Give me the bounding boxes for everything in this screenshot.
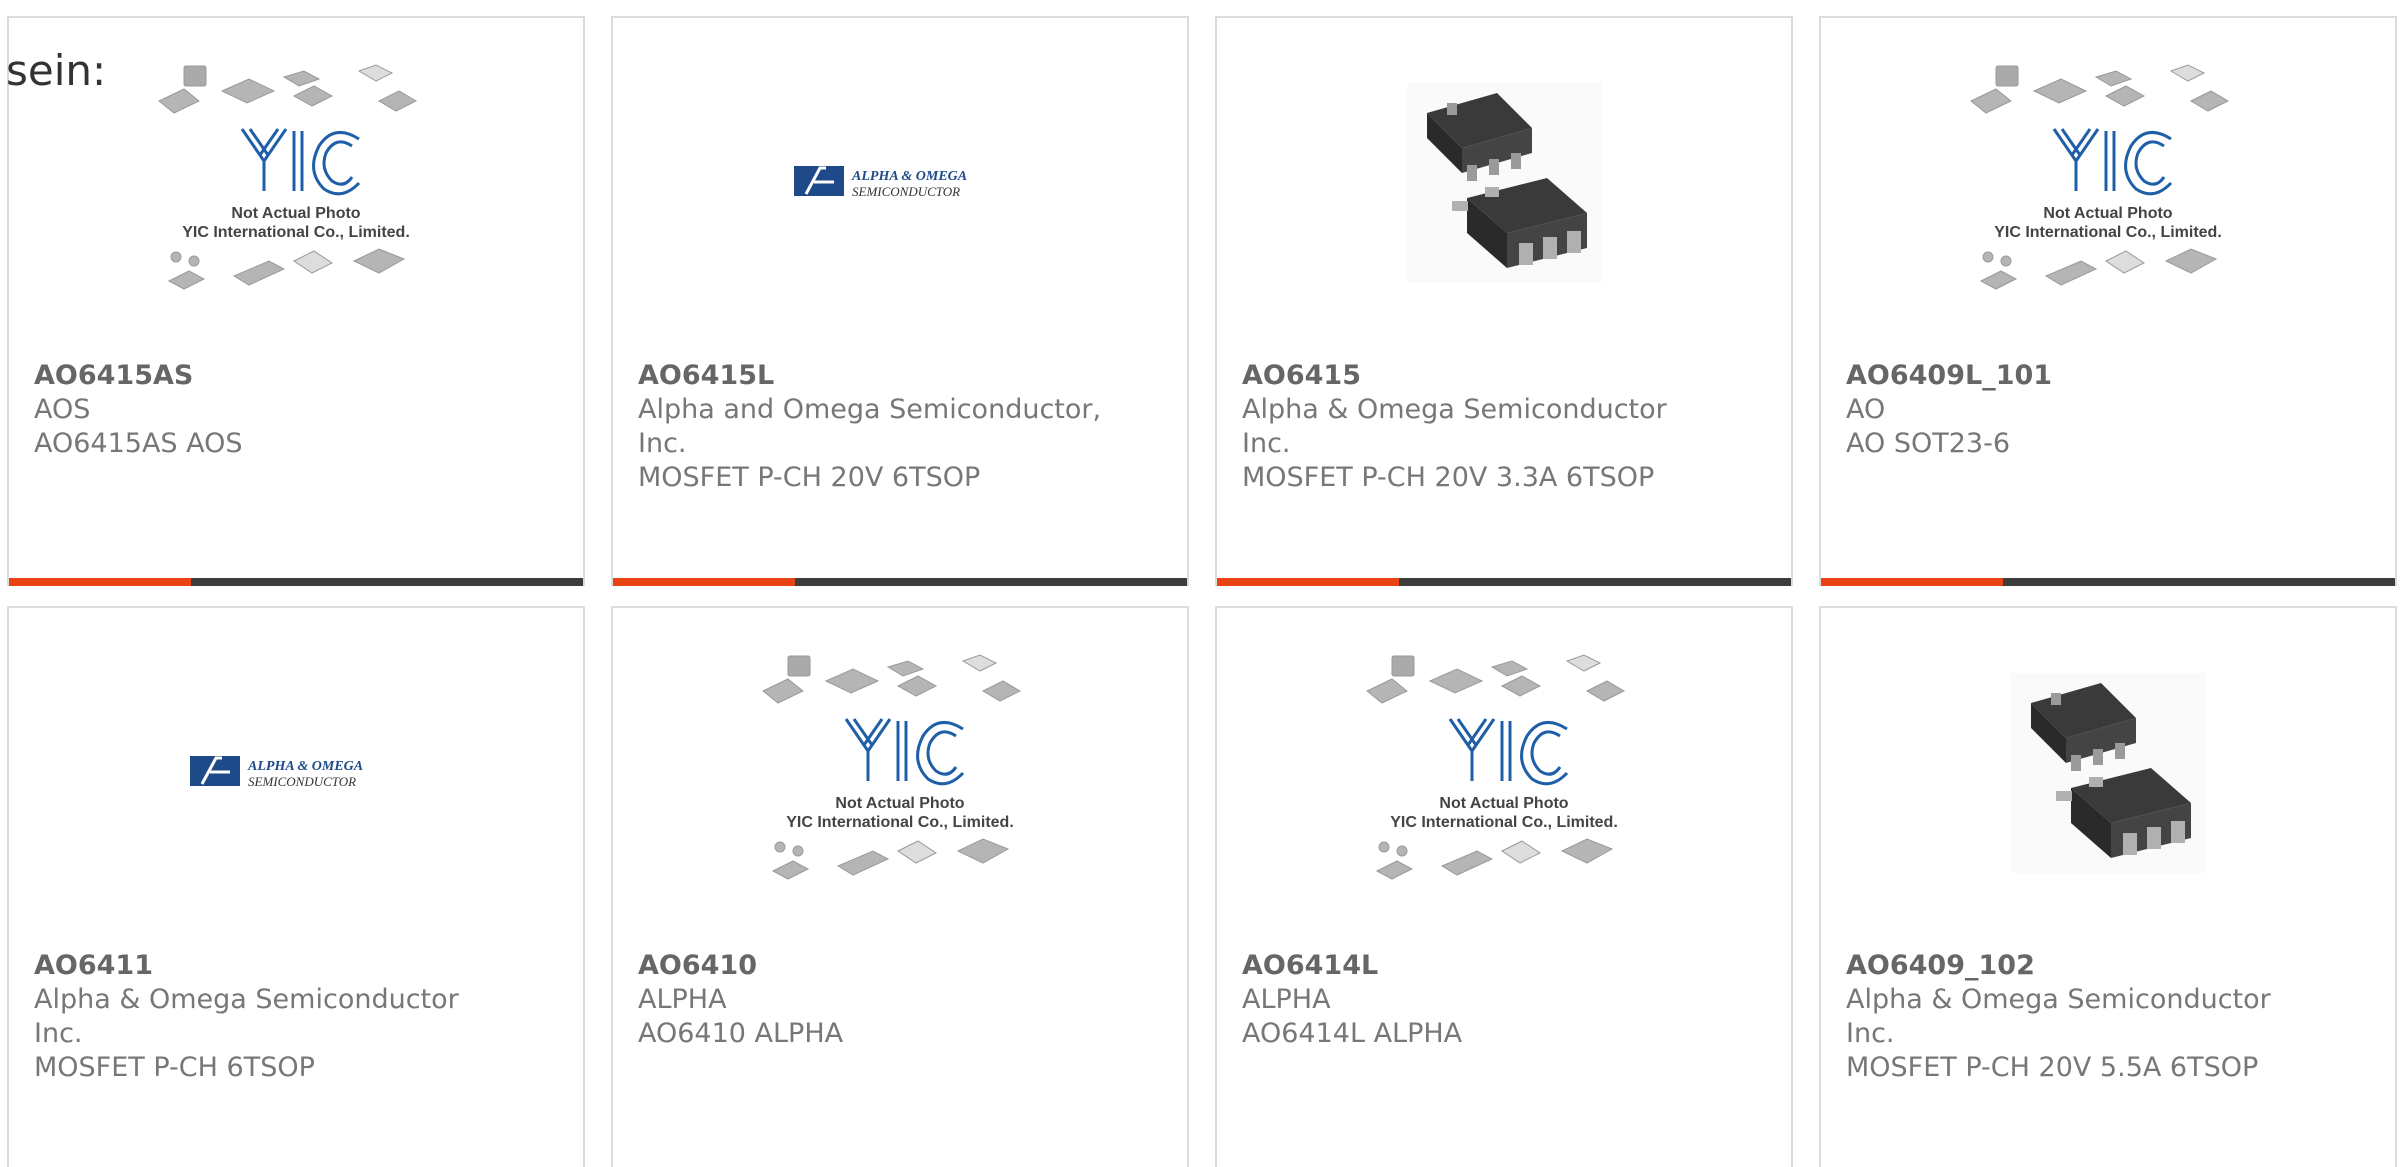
product-description: AO SOT23-6 [1846,428,2010,459]
product-description: Inc. [1242,428,1291,459]
svg-text:YIC International Co., Limited: YIC International Co., Limited. [182,224,410,241]
product-card[interactable]: AO6409_102 Alpha & Omega Semiconductor Inc… [1819,606,2397,1167]
product-description: AO6415AS AOS [34,428,243,459]
product-card[interactable]: AO6415 Alpha & Omega Semiconductor Inc. MOS… [1215,16,1793,586]
product-image[interactable]: ALPHA & OMEGA SEMICONDUCTOR [9,608,583,938]
partial-heading-text: sein: [6,46,107,95]
product-image[interactable]: ALPHA & OMEGA SEMICONDUCTOR [613,18,1187,348]
not-actual-photo-image: Not Actual Photo YIC International Co., … [761,653,1021,880]
svg-text:YIC International Co., Limited: YIC International Co., Limited. [786,814,1014,831]
product-info: AO6414L ALPHA AO6414L ALPHA [1242,949,1766,1051]
product-manufacturer: AOS [34,394,91,425]
product-image[interactable] [1217,18,1791,348]
card-progress-accent [613,578,795,586]
product-part-number[interactable]: AO6410 [638,949,1162,983]
product-manufacturer: ALPHA [638,984,727,1015]
alpha-omega-logo-image: ALPHA & OMEGA SEMICONDUCTOR [190,756,363,789]
product-manufacturer: Alpha & Omega Semiconductor [1242,394,1667,425]
product-image[interactable]: Not Actual Photo YIC International Co., … [1821,18,2395,348]
not-actual-photo-image: Not Actual Photo YIC International Co., … [1969,63,2229,290]
product-info: AO6415L Alpha and Omega Semiconductor, Inc… [638,359,1162,495]
product-manufacturer: Alpha & Omega Semiconductor [1846,984,2271,1015]
card-progress-accent [1821,578,2003,586]
product-description: MOSFET P-CH 6TSOP [34,1052,315,1083]
product-manufacturer: AO [1846,394,1886,425]
product-info: AO6415AS AOS AO6415AS AOS [34,359,558,461]
product-description: AO6414L ALPHA [1242,1018,1463,1049]
product-card[interactable]: Not Actual Photo YIC International Co., … [1819,16,2397,586]
svg-text:ALPHA & OMEGA: ALPHA & OMEGA [247,759,363,774]
product-manufacturer: Alpha & Omega Semiconductor [34,984,459,1015]
product-part-number[interactable]: AO6409_102 [1846,949,2370,983]
sot23-6-chip-image [2010,673,2206,873]
product-part-number[interactable]: AO6415AS [34,359,558,393]
svg-text:Not Actual Photo: Not Actual Photo [835,795,964,812]
product-description: MOSFET P-CH 20V 6TSOP [638,462,981,493]
product-info: AO6409L_101 AO AO SOT23-6 [1846,359,2370,461]
card-progress-accent [1217,578,1399,586]
product-description: MOSFET P-CH 20V 3.3A 6TSOP [1242,462,1655,493]
svg-text:ALPHA & OMEGA: ALPHA & OMEGA [851,169,967,184]
product-info: AO6415 Alpha & Omega Semiconductor Inc. MOS… [1242,359,1766,495]
not-actual-photo-image: Not Actual Photo YIC International Co., … [1365,653,1625,880]
product-description: Inc. [1846,1018,1895,1049]
product-part-number[interactable]: AO6415 [1242,359,1766,393]
svg-text:Not Actual Photo: Not Actual Photo [231,205,360,222]
product-card[interactable]: ALPHA & OMEGA SEMICONDUCTOR AO6411 Alpha … [7,606,585,1167]
sot23-6-chip-image [1406,83,1602,283]
svg-text:SEMICONDUCTOR: SEMICONDUCTOR [248,774,356,789]
product-info: AO6411 Alpha & Omega Semiconductor Inc. MOS… [34,949,558,1085]
product-card[interactable]: Not Actual Photo YIC International Co., … [1215,606,1793,1167]
svg-text:Not Actual Photo: Not Actual Photo [1439,795,1568,812]
product-part-number[interactable]: AO6414L [1242,949,1766,983]
product-description: Inc. [34,1018,83,1049]
product-card[interactable]: ALPHA & OMEGA SEMICONDUCTOR AO6415L Alpha… [611,16,1189,586]
alpha-omega-logo-image: ALPHA & OMEGA SEMICONDUCTOR [794,166,967,199]
product-part-number[interactable]: AO6415L [638,359,1162,393]
card-progress-bar [1217,578,1791,586]
svg-text:Not Actual Photo: Not Actual Photo [2043,205,2172,222]
not-actual-photo-image: Not Actual Photo YIC International Co., … [157,63,417,290]
product-image[interactable]: Not Actual Photo YIC International Co., … [613,608,1187,938]
card-progress-bar [613,578,1187,586]
svg-text:YIC International Co., Limited: YIC International Co., Limited. [1994,224,2222,241]
product-description: AO6410 ALPHA [638,1018,844,1049]
product-image[interactable] [1821,608,2395,938]
product-description: MOSFET P-CH 20V 5.5A 6TSOP [1846,1052,2259,1083]
product-card[interactable]: Not Actual Photo YIC International Co., … [7,16,585,586]
card-progress-bar [1821,578,2395,586]
svg-text:YIC International Co., Limited: YIC International Co., Limited. [1390,814,1618,831]
product-part-number[interactable]: AO6411 [34,949,558,983]
product-part-number[interactable]: AO6409L_101 [1846,359,2370,393]
product-image[interactable]: Not Actual Photo YIC International Co., … [1217,608,1791,938]
product-manufacturer: ALPHA [1242,984,1331,1015]
svg-text:SEMICONDUCTOR: SEMICONDUCTOR [852,184,960,199]
product-info: AO6410 ALPHA AO6410 ALPHA [638,949,1162,1051]
product-info: AO6409_102 Alpha & Omega Semiconductor Inc… [1846,949,2370,1085]
product-description: Inc. [638,428,687,459]
product-manufacturer: Alpha and Omega Semiconductor, [638,394,1102,425]
card-progress-accent [9,578,191,586]
product-card[interactable]: Not Actual Photo YIC International Co., … [611,606,1189,1167]
card-progress-bar [9,578,583,586]
